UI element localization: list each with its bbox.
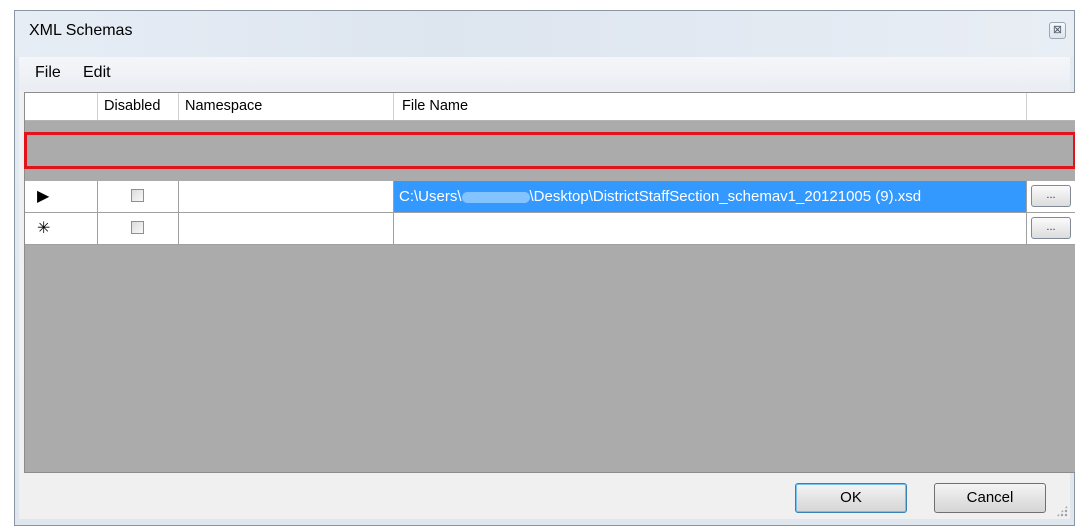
dialog-client-area: File Edit Disabled Namespace File Name ▶… — [19, 57, 1075, 519]
column-header-namespace[interactable]: Namespace — [179, 93, 394, 120]
column-header-disabled[interactable]: Disabled — [98, 93, 179, 120]
redacted-username — [461, 191, 530, 203]
title-bar[interactable]: XML Schemas ⊠ — [15, 11, 1074, 57]
menu-bar: File Edit — [19, 57, 1070, 91]
file-path-prefix: C:\Users\ — [399, 188, 462, 205]
schema-grid: Disabled Namespace File Name ▶ C:\Users\… — [24, 92, 1075, 473]
file-path-suffix: \Desktop\DistrictStaffSection_schemav1_2… — [529, 188, 922, 205]
disabled-cell[interactable] — [98, 181, 179, 212]
ok-button[interactable]: OK — [795, 483, 907, 513]
browse-cell: ... — [1027, 181, 1075, 212]
window-title: XML Schemas — [29, 22, 133, 39]
disabled-checkbox[interactable] — [131, 189, 144, 202]
disabled-checkbox[interactable] — [131, 221, 144, 234]
browse-cell: ... — [1027, 213, 1075, 244]
close-icon[interactable]: ⊠ — [1049, 22, 1066, 39]
new-row-icon[interactable]: ✳ — [25, 213, 98, 244]
menu-file[interactable]: File — [35, 64, 61, 82]
browse-button[interactable]: ... — [1031, 217, 1071, 239]
namespace-cell[interactable] — [179, 181, 394, 212]
grid-header: Disabled Namespace File Name — [25, 93, 1075, 121]
xml-schemas-dialog: XML Schemas ⊠ File Edit Disabled Namespa… — [14, 10, 1075, 526]
file-name-cell[interactable] — [394, 213, 1027, 244]
browse-button[interactable]: ... — [1031, 185, 1071, 207]
column-header-browse — [1027, 93, 1075, 120]
table-row[interactable]: ✳ ... — [25, 213, 1075, 245]
column-header-file-name[interactable]: File Name — [394, 93, 1027, 120]
cancel-button[interactable]: Cancel — [934, 483, 1046, 513]
menu-edit[interactable]: Edit — [83, 64, 111, 82]
row-header-corner — [25, 93, 98, 120]
disabled-cell[interactable] — [98, 213, 179, 244]
resize-grip-icon[interactable] — [1056, 505, 1068, 517]
current-row-indicator-icon[interactable]: ▶ — [25, 181, 98, 212]
file-name-cell[interactable]: C:\Users\ \Desktop\DistrictStaffSection_s… — [394, 181, 1027, 212]
table-row[interactable]: ▶ C:\Users\ \Desktop\DistrictStaffSection… — [25, 181, 1075, 213]
namespace-cell[interactable] — [179, 213, 394, 244]
